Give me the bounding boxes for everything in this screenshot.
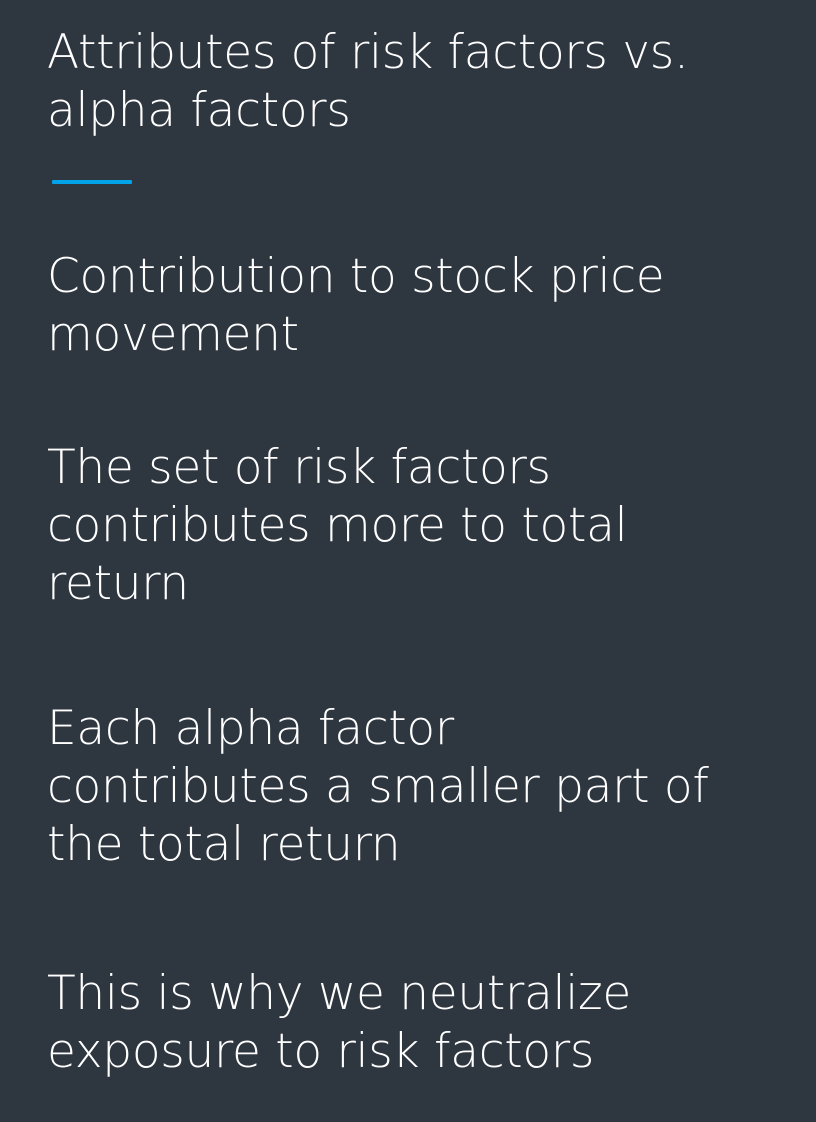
- paragraph-line: This is why we neutralize: [47, 966, 631, 1021]
- paragraph-line: the total return: [47, 817, 401, 872]
- paragraph-line: exposure to risk factors: [47, 1024, 595, 1079]
- paragraph-line: return: [47, 556, 189, 611]
- slide-title: Attributes of risk factors vs. alpha fac…: [47, 24, 689, 140]
- paragraph-line: movement: [47, 307, 299, 362]
- paragraph-alpha-factor: Each alpha factor contributes a smaller …: [47, 700, 709, 874]
- paragraph-risk-factors: The set of risk factors contributes more…: [47, 439, 628, 613]
- paragraph-neutralize: This is why we neutralize exposure to ri…: [47, 965, 631, 1081]
- paragraph-line: Each alpha factor: [47, 701, 454, 756]
- slide-title-line: Attributes of risk factors vs.: [47, 25, 689, 80]
- paragraph-line: The set of risk factors: [47, 440, 551, 495]
- slide-title-line: alpha factors: [47, 83, 351, 138]
- paragraph-line: contributes a smaller part of: [47, 759, 709, 814]
- title-accent-divider: [52, 180, 132, 184]
- paragraph-line: contributes more to total: [47, 498, 628, 553]
- slide: Attributes of risk factors vs. alpha fac…: [0, 0, 816, 1122]
- paragraph-line: Contribution to stock price: [47, 249, 665, 304]
- paragraph-contribution: Contribution to stock price movement: [47, 248, 665, 364]
